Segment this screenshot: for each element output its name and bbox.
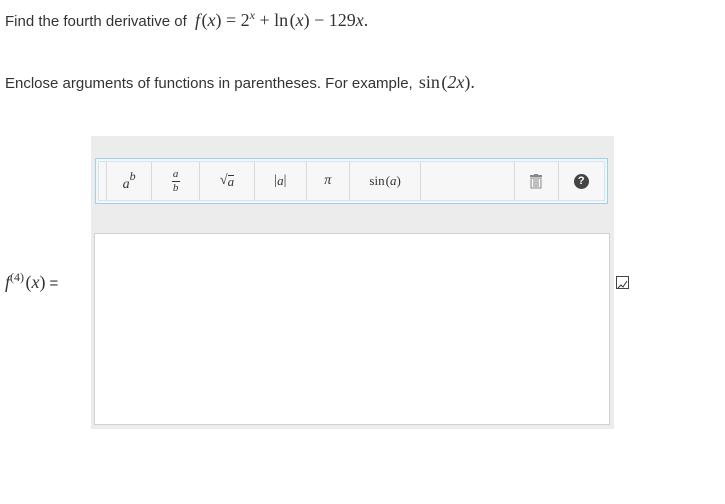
trash-icon — [529, 173, 543, 189]
instruction-text: Enclose arguments of functions in parent… — [5, 72, 475, 93]
sin-button[interactable]: sin (a) — [350, 162, 422, 200]
question-prefix: Find the fourth derivative of — [5, 13, 187, 30]
abs-button[interactable]: | a | — [255, 162, 307, 200]
sqrt-button[interactable]: √ a — [200, 162, 256, 200]
toolbar-spacer — [421, 162, 516, 200]
power-button[interactable]: ab — [107, 162, 153, 200]
toolbar-spacer — [99, 162, 107, 200]
help-icon: ? — [573, 173, 589, 189]
function-expression: f (x) = 2x + ln (x) − 129x. — [194, 8, 369, 30]
answer-input[interactable] — [94, 233, 610, 425]
fraction-button[interactable]: a b — [152, 162, 200, 200]
math-editor-panel: ab a b √ a | a | π sin (a) ? — [91, 136, 614, 429]
instruction-prefix: Enclose arguments of functions in parent… — [5, 75, 413, 92]
preview-icon[interactable] — [616, 276, 629, 289]
delete-button[interactable] — [515, 162, 559, 200]
answer-label: f(4) (x) = — [5, 270, 59, 292]
math-toolbar: ab a b √ a | a | π sin (a) ? — [95, 158, 608, 204]
help-button[interactable]: ? — [559, 162, 604, 200]
pi-button[interactable]: π — [307, 162, 351, 200]
example-expression: sin (2x). — [418, 72, 475, 92]
question-text: Find the fourth derivative of f (x) = 2x… — [5, 8, 368, 31]
